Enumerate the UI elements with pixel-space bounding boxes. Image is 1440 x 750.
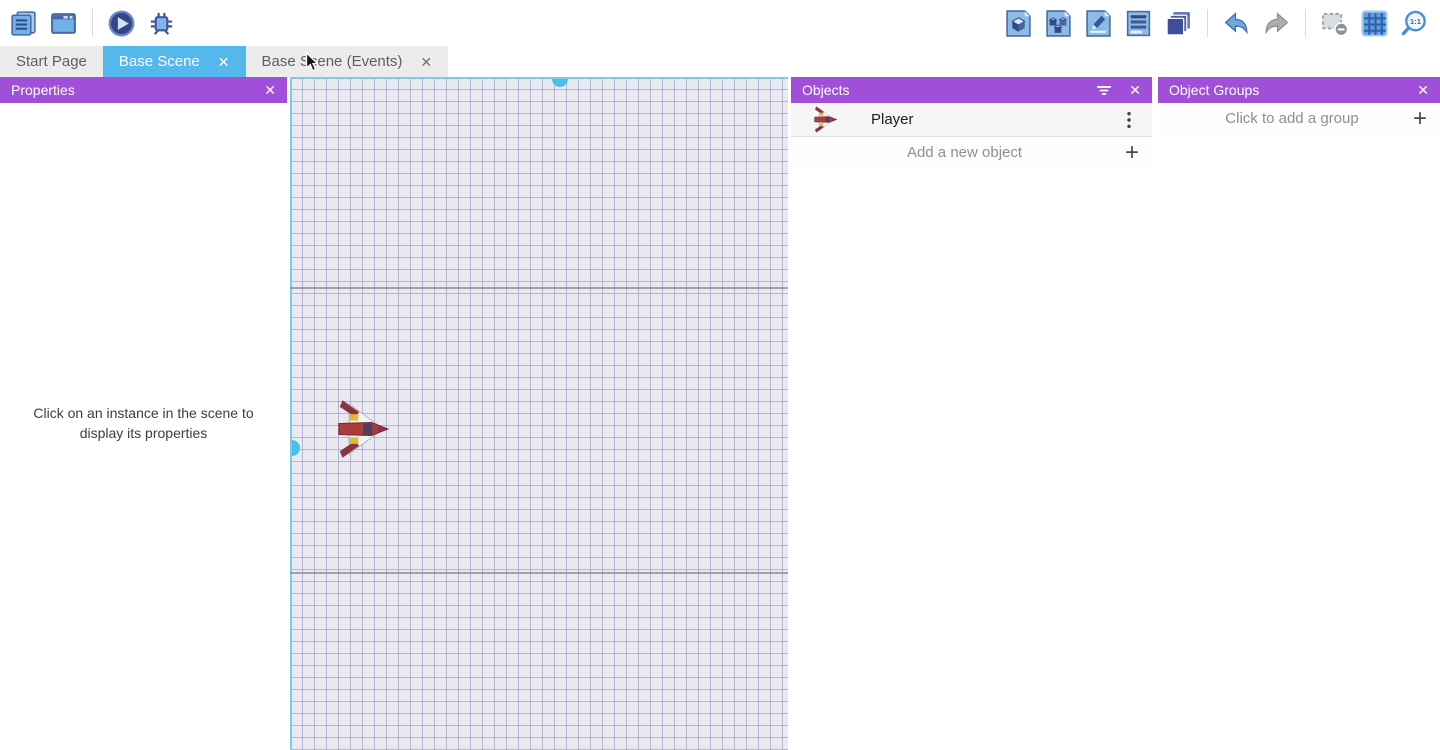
project-manager-icon[interactable] bbox=[9, 9, 38, 38]
scene-window-border-left bbox=[290, 77, 292, 750]
player-instance[interactable] bbox=[337, 398, 389, 460]
tab-start-page[interactable]: Start Page bbox=[0, 46, 103, 77]
objects-panel-title: Objects bbox=[802, 82, 849, 98]
add-object-plus-icon[interactable]: + bbox=[1125, 141, 1139, 165]
scene-guide-line-upper bbox=[290, 287, 788, 289]
toggle-grid-icon[interactable] bbox=[1360, 9, 1389, 38]
add-object-label: Add a new object bbox=[804, 144, 1125, 161]
toolbar-left-group bbox=[0, 9, 176, 38]
scene-canvas[interactable] bbox=[290, 77, 788, 750]
svg-text:1:1: 1:1 bbox=[1410, 16, 1422, 25]
open-layers-icon[interactable] bbox=[1164, 9, 1193, 38]
debug-icon[interactable] bbox=[147, 9, 176, 38]
toolbar-separator bbox=[92, 9, 93, 37]
objects-panel: Objects ✕ Player Add a new object + bbox=[791, 77, 1152, 750]
toolbar-separator bbox=[1207, 9, 1208, 37]
object-name: Player bbox=[871, 111, 1120, 128]
properties-panel-title: Properties bbox=[11, 82, 75, 98]
scene-guide-line-lower bbox=[290, 572, 788, 574]
toolbar-separator bbox=[1305, 9, 1306, 37]
open-object-groups-icon[interactable] bbox=[1044, 9, 1073, 38]
objects-panel-header: Objects ✕ bbox=[791, 77, 1152, 103]
properties-panel: Properties ✕ Click on an instance in the… bbox=[0, 77, 287, 750]
scene-resize-handle-top[interactable] bbox=[552, 79, 568, 87]
delete-instances-icon[interactable] bbox=[1320, 9, 1349, 38]
object-thumbnail bbox=[813, 106, 838, 133]
filter-icon[interactable] bbox=[1096, 84, 1112, 97]
start-page-icon[interactable] bbox=[49, 9, 78, 38]
top-toolbar: 1:1 bbox=[0, 0, 1440, 46]
close-tab-icon[interactable]: ✕ bbox=[420, 55, 432, 69]
tab-label: Start Page bbox=[16, 53, 87, 70]
open-properties-icon[interactable] bbox=[1084, 9, 1113, 38]
object-groups-title: Object Groups bbox=[1169, 82, 1259, 98]
object-menu-dots-icon[interactable] bbox=[1120, 111, 1138, 129]
properties-empty-message: Click on an instance in the scene to dis… bbox=[0, 403, 287, 443]
add-group-label: Click to add a group bbox=[1171, 110, 1413, 127]
tab-label: Base Scene bbox=[119, 53, 200, 70]
add-object-row[interactable]: Add a new object + bbox=[791, 137, 1152, 168]
play-icon[interactable] bbox=[107, 9, 136, 38]
close-objects-icon[interactable]: ✕ bbox=[1129, 82, 1141, 99]
editor-main: Properties ✕ Click on an instance in the… bbox=[0, 77, 1440, 750]
tab-base-scene-events[interactable]: Base Scene (Events) ✕ bbox=[246, 46, 449, 77]
open-objects-panel-icon[interactable] bbox=[1004, 9, 1033, 38]
redo-icon[interactable] bbox=[1262, 9, 1291, 38]
scene-resize-handle-left[interactable] bbox=[292, 440, 300, 456]
tab-base-scene[interactable]: Base Scene ✕ bbox=[103, 46, 246, 77]
close-tab-icon[interactable]: ✕ bbox=[218, 55, 230, 69]
undo-icon[interactable] bbox=[1222, 9, 1251, 38]
open-instances-list-icon[interactable] bbox=[1124, 9, 1153, 38]
object-groups-panel: Object Groups ✕ Click to add a group + bbox=[1158, 77, 1440, 750]
object-groups-panel-header: Object Groups ✕ bbox=[1158, 77, 1440, 103]
close-groups-icon[interactable]: ✕ bbox=[1417, 82, 1429, 99]
scene-window-border-top bbox=[290, 77, 788, 79]
tab-label: Base Scene (Events) bbox=[262, 53, 403, 70]
toolbar-right-group: 1:1 bbox=[1004, 9, 1440, 38]
add-group-row[interactable]: Click to add a group + bbox=[1158, 103, 1440, 134]
properties-panel-header: Properties ✕ bbox=[0, 77, 287, 103]
objects-list: Player bbox=[791, 103, 1152, 137]
add-group-plus-icon[interactable]: + bbox=[1413, 107, 1427, 131]
close-properties-icon[interactable]: ✕ bbox=[264, 82, 276, 99]
object-row-player[interactable]: Player bbox=[791, 103, 1152, 137]
zoom-original-icon[interactable]: 1:1 bbox=[1400, 9, 1429, 38]
tab-bar: Start PageBase Scene✕Base Scene (Events)… bbox=[0, 46, 1440, 77]
